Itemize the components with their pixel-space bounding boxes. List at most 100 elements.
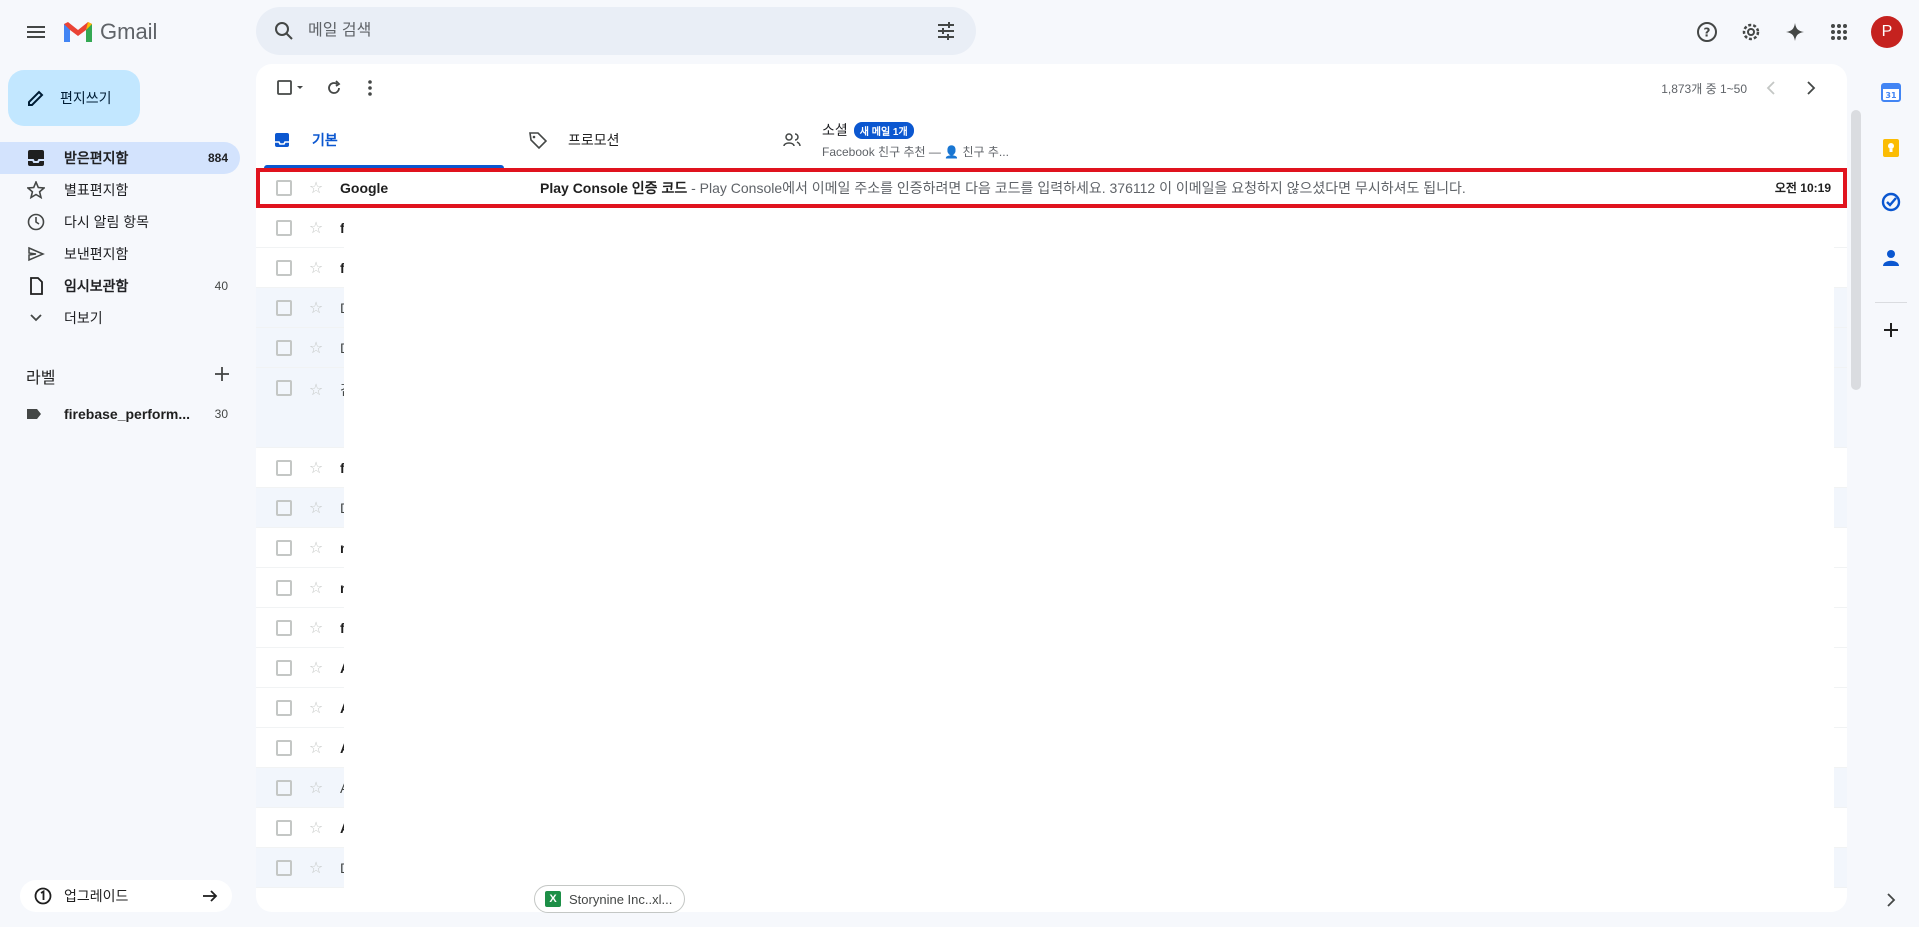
top-right-actions: ? P	[1685, 8, 1919, 56]
email-sender: Google	[340, 179, 389, 196]
calendar-icon[interactable]: 31	[1875, 76, 1907, 108]
next-page-icon[interactable]	[1795, 72, 1827, 104]
star-icon[interactable]: ☆	[306, 538, 326, 558]
star-icon[interactable]: ☆	[306, 178, 326, 198]
unread-count: 884	[207, 151, 228, 165]
prev-page-icon[interactable]	[1755, 72, 1787, 104]
row-checkbox[interactable]	[276, 579, 292, 596]
select-all-checkbox[interactable]	[268, 70, 316, 106]
row-checkbox[interactable]	[276, 819, 292, 836]
tab-label: 프로모션	[568, 132, 620, 148]
list-toolbar: 1,873개 중 1~50	[256, 64, 1847, 112]
star-icon[interactable]: ☆	[306, 458, 326, 478]
sidebar-item-label: 별표편지함	[64, 182, 129, 198]
search-bar[interactable]	[256, 7, 976, 55]
hide-side-panel-icon[interactable]	[1875, 884, 1907, 916]
search-options-icon[interactable]	[922, 7, 970, 55]
help-icon[interactable]: ?	[1687, 12, 1727, 52]
sidebar-item-label: 받은편지함	[64, 150, 129, 166]
sidebar-item-starred[interactable]: 별표편지함	[0, 174, 240, 206]
row-checkbox[interactable]	[276, 659, 292, 676]
row-checkbox[interactable]	[276, 499, 292, 516]
star-icon[interactable]: ☆	[306, 618, 326, 638]
row-checkbox[interactable]	[276, 219, 292, 236]
send-icon	[26, 244, 46, 264]
inbox-icon	[26, 148, 46, 168]
tasks-icon[interactable]	[1875, 186, 1907, 218]
mail-list-scrollbar[interactable]	[1851, 110, 1861, 390]
email-row[interactable]: ☆ Google Play Console 인증 코드 - Play Conso…	[256, 168, 1847, 208]
upgrade-button[interactable]: 업그레이드	[20, 880, 232, 912]
chevron-down-icon	[26, 308, 46, 328]
pencil-icon	[28, 90, 44, 106]
gmail-logo[interactable]: Gmail	[62, 14, 157, 50]
main-menu-button[interactable]	[16, 12, 56, 52]
draft-count: 40	[214, 279, 228, 293]
more-vert-icon[interactable]	[352, 70, 388, 106]
svg-text:?: ?	[1704, 26, 1711, 40]
account-avatar[interactable]: P	[1871, 16, 1903, 48]
labels-heading: 라벨	[26, 370, 56, 387]
search-input[interactable]	[308, 22, 922, 40]
star-icon[interactable]: ☆	[306, 298, 326, 318]
star-icon[interactable]: ☆	[306, 738, 326, 758]
contacts-icon[interactable]	[1875, 242, 1907, 274]
label-tag-icon	[26, 408, 46, 420]
star-icon[interactable]: ☆	[306, 658, 326, 678]
star-icon[interactable]: ☆	[306, 778, 326, 798]
get-addons-plus-icon[interactable]	[1875, 314, 1907, 346]
star-icon[interactable]: ☆	[306, 818, 326, 838]
sidebar-item-inbox[interactable]: 받은편지함 884	[0, 142, 240, 174]
tab-promotions[interactable]: 프로모션	[512, 112, 766, 168]
people-icon	[782, 130, 802, 150]
tab-label: 기본	[312, 132, 338, 148]
email-time: 오전 10:19	[1774, 181, 1831, 195]
sidebar-item-more[interactable]: 더보기	[0, 302, 240, 334]
gmail-m-icon	[64, 22, 92, 42]
sidebar-item-sent[interactable]: 보낸편지함	[0, 238, 240, 270]
blank-overlay	[344, 208, 1834, 912]
attachment-chip[interactable]: X Storynine Inc..xl...	[534, 885, 686, 913]
row-checkbox[interactable]	[276, 339, 292, 356]
arrow-right-icon	[203, 890, 218, 902]
apps-grid-icon[interactable]	[1819, 12, 1859, 52]
category-tabs: 기본 프로모션 소셜 새 메일 1개 Facebook 친구 추천 — 👤 친구…	[256, 112, 1847, 168]
star-icon[interactable]: ☆	[306, 858, 326, 878]
settings-gear-icon[interactable]	[1731, 12, 1771, 52]
row-checkbox[interactable]	[276, 619, 292, 636]
row-checkbox[interactable]	[276, 779, 292, 796]
row-checkbox[interactable]	[276, 859, 292, 876]
row-checkbox[interactable]	[276, 539, 292, 556]
star-icon[interactable]: ☆	[306, 578, 326, 598]
tab-primary[interactable]: 기본	[256, 112, 512, 168]
attachment-name: Storynine Inc..xl...	[569, 891, 673, 907]
email-subject: Play Console 인증 코드	[540, 179, 688, 196]
search-icon[interactable]	[260, 7, 308, 55]
row-checkbox[interactable]	[276, 299, 292, 316]
star-icon[interactable]: ☆	[306, 338, 326, 358]
star-icon[interactable]: ☆	[306, 218, 326, 238]
row-checkbox[interactable]	[276, 259, 292, 276]
gemini-sparkle-icon[interactable]	[1775, 12, 1815, 52]
row-checkbox[interactable]	[276, 459, 292, 476]
star-icon[interactable]: ☆	[306, 698, 326, 718]
row-checkbox[interactable]	[276, 380, 292, 396]
sidebar-item-label: 더보기	[64, 310, 103, 326]
row-checkbox[interactable]	[276, 739, 292, 756]
compose-button[interactable]: 편지쓰기	[8, 70, 140, 126]
draft-file-icon	[26, 276, 46, 296]
row-checkbox[interactable]	[276, 179, 292, 196]
compose-label: 편지쓰기	[60, 90, 112, 106]
star-icon[interactable]: ☆	[306, 498, 326, 518]
star-icon[interactable]: ☆	[306, 380, 326, 400]
row-checkbox[interactable]	[276, 699, 292, 716]
add-label-button[interactable]	[214, 366, 230, 387]
refresh-icon[interactable]	[316, 70, 352, 106]
keep-icon[interactable]	[1875, 132, 1907, 164]
star-icon[interactable]: ☆	[306, 258, 326, 278]
sidebar-label-firebase[interactable]: firebase_perform... 30	[0, 398, 240, 430]
sidebar-item-snoozed[interactable]: 다시 알림 항목	[0, 206, 240, 238]
sidebar-item-drafts[interactable]: 임시보관함 40	[0, 270, 240, 302]
star-icon	[26, 180, 46, 200]
tab-social[interactable]: 소셜 새 메일 1개 Facebook 친구 추천 — 👤 친구 추...	[766, 112, 1186, 168]
